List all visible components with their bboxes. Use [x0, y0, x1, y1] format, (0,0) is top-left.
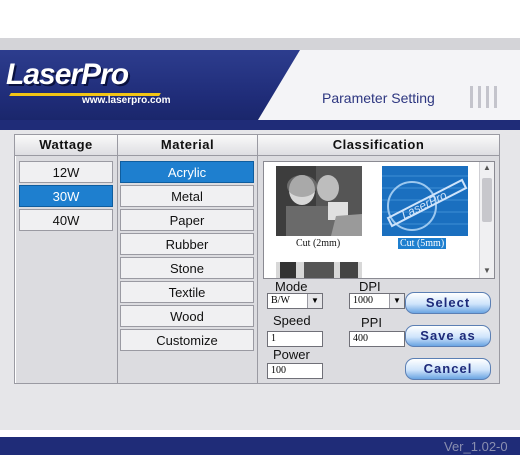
header-bottom-stripe	[0, 120, 520, 130]
column-header-classification: Classification	[258, 135, 499, 156]
wattage-option[interactable]: 40W	[19, 209, 113, 231]
chevron-down-icon[interactable]: ▼	[307, 294, 322, 308]
mode-select[interactable]: B/W ▼	[267, 293, 323, 309]
speed-input[interactable]: 1	[267, 331, 323, 347]
material-option[interactable]: Paper	[120, 209, 254, 231]
classification-scrollbar[interactable]: ▲ ▼	[479, 162, 494, 278]
ppi-label: PPI	[361, 315, 382, 330]
classification-preview: Cut (2mm) LaserPro Cut (5mm) ▲ ▼	[263, 161, 495, 279]
cut-5mm-thumbnail[interactable]: LaserPro	[382, 166, 468, 236]
grip-line	[478, 86, 481, 108]
material-option[interactable]: Rubber	[120, 233, 254, 255]
wattage-option[interactable]: 30W	[19, 185, 113, 207]
scroll-down-icon[interactable]: ▼	[483, 266, 491, 275]
ppi-input[interactable]: 400	[349, 331, 405, 347]
footer-bar	[0, 437, 520, 455]
logo-url: www.laserpro.com	[82, 95, 171, 106]
column-divider	[117, 135, 118, 383]
column-header-wattage: Wattage	[15, 135, 118, 156]
classification-thumbnail-partial[interactable]	[276, 262, 362, 278]
dpi-label: DPI	[359, 279, 381, 294]
save-as-button[interactable]: Save as	[405, 325, 491, 347]
mode-value: B/W	[271, 295, 290, 306]
cut-2mm-thumbnail[interactable]	[276, 166, 362, 236]
grip-line	[486, 86, 489, 108]
classification-label-cut-2mm[interactable]: Cut (2mm)	[294, 238, 342, 249]
wattage-option[interactable]: 12W	[19, 161, 113, 183]
dpi-value: 1000	[353, 295, 373, 306]
version-label: Ver_1.02-0	[444, 439, 508, 454]
material-option[interactable]: Acrylic	[120, 161, 254, 183]
speed-label: Speed	[273, 313, 311, 328]
window-top-bar	[0, 38, 520, 50]
laserpro-logo: LaserPro	[6, 58, 129, 91]
mode-label: Mode	[275, 279, 308, 294]
material-option[interactable]: Stone	[120, 257, 254, 279]
scrollbar-thumb[interactable]	[482, 178, 492, 222]
power-label: Power	[273, 347, 310, 362]
classification-label-cut-5mm[interactable]: Cut (5mm)	[398, 238, 447, 249]
cancel-button[interactable]: Cancel	[405, 358, 491, 380]
material-option[interactable]: Metal	[120, 185, 254, 207]
scroll-up-icon[interactable]: ▲	[483, 163, 491, 172]
column-header-material: Material	[118, 135, 258, 156]
settings-panel: Wattage Material Classification 12W 30W 40…	[14, 134, 500, 384]
select-button[interactable]: Select	[405, 292, 491, 314]
power-input[interactable]: 100	[267, 363, 323, 379]
page-title: Parameter Setting	[322, 90, 435, 106]
material-option[interactable]: Customize	[120, 329, 254, 351]
column-divider	[257, 135, 258, 383]
parameter-setting-window: LaserPro www.laserpro.com Parameter Sett…	[0, 38, 520, 455]
chevron-down-icon[interactable]: ▼	[389, 294, 404, 308]
material-option[interactable]: Wood	[120, 305, 254, 327]
dpi-select[interactable]: 1000 ▼	[349, 293, 405, 309]
grip-line	[470, 86, 473, 108]
material-option[interactable]: Textile	[120, 281, 254, 303]
header: LaserPro www.laserpro.com Parameter Sett…	[0, 50, 520, 130]
grip-line	[494, 86, 497, 108]
